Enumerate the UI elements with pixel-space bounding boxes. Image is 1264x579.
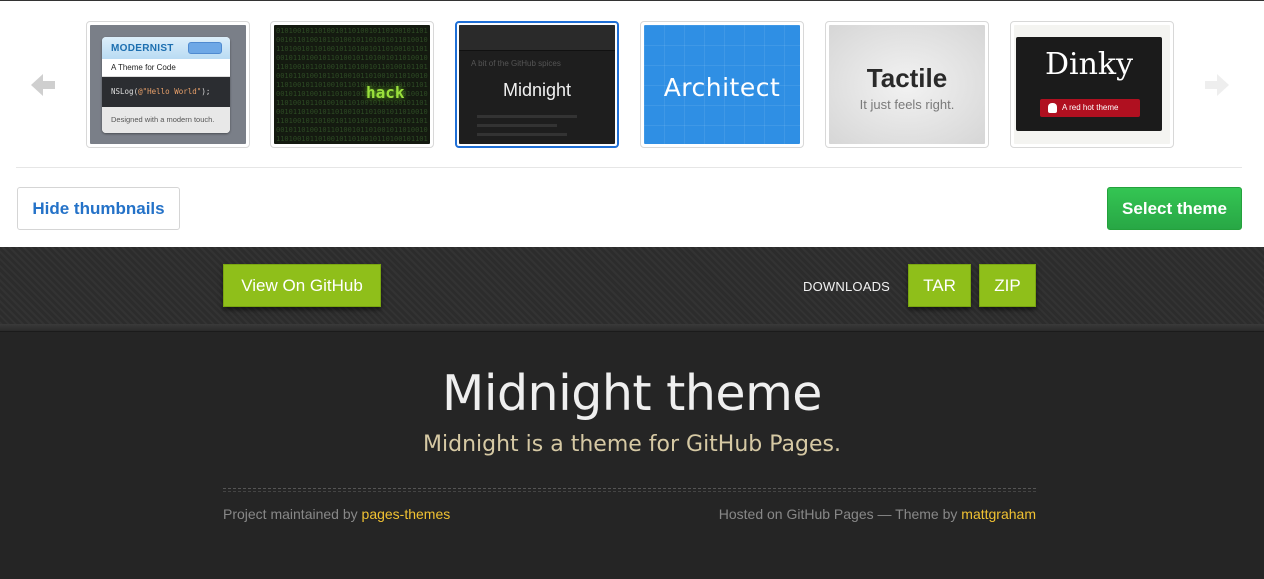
- dashed-divider-secondary: [223, 491, 1036, 492]
- modernist-heading: MODERNIST: [111, 43, 174, 54]
- hide-thumbnails-button[interactable]: Hide thumbnails: [17, 187, 180, 230]
- thumbnail-tactile[interactable]: Tactile It just feels right.: [825, 21, 989, 148]
- page-subtitle: Midnight is a theme for GitHub Pages.: [423, 432, 841, 457]
- architect-label: Architect: [663, 73, 781, 102]
- view-on-github-button[interactable]: View On GitHub: [223, 264, 381, 307]
- page-header-bar: View On GitHub DOWNLOADS TAR ZIP: [0, 247, 1264, 324]
- dinky-badge: A red hot theme: [1040, 99, 1140, 117]
- thumbnail-hack[interactable]: 0101001011010010110100101101001011010010…: [270, 21, 434, 148]
- select-theme-button[interactable]: Select theme: [1107, 187, 1242, 230]
- mattgraham-link[interactable]: mattgraham: [961, 506, 1036, 522]
- thumbnail-modernist[interactable]: MODERNIST A Theme for Code NSLog(@"Hello…: [86, 21, 250, 148]
- modernist-footer: Designed with a modern touch.: [102, 107, 230, 133]
- pages-themes-link[interactable]: pages-themes: [362, 506, 451, 522]
- divider: [16, 167, 1242, 168]
- modernist-tagline: A Theme for Code: [102, 59, 230, 77]
- tactile-subtitle: It just feels right.: [859, 97, 955, 112]
- modernist-code: NSLog(@"Hello World");: [102, 77, 230, 107]
- thumbnail-architect[interactable]: Architect: [640, 21, 804, 148]
- tactile-label: Tactile: [866, 63, 948, 93]
- thumbnail-midnight[interactable]: A bit of the GitHub spices Midnight: [455, 21, 619, 148]
- midnight-page: View On GitHub DOWNLOADS TAR ZIP Midnigh…: [0, 247, 1264, 579]
- thumbnail-dinky[interactable]: Dinky A red hot theme: [1010, 21, 1174, 148]
- footer-left-text: Project maintained by: [223, 506, 358, 522]
- downloads-label: DOWNLOADS: [803, 279, 891, 294]
- theme-chooser: MODERNIST A Theme for Code NSLog(@"Hello…: [0, 0, 1264, 247]
- download-zip-button[interactable]: ZIP: [979, 264, 1036, 307]
- footer-hosted: Hosted on GitHub Pages — Theme by mattgr…: [719, 506, 1036, 522]
- dashed-divider: [223, 488, 1036, 489]
- previous-arrow-icon[interactable]: [30, 71, 56, 99]
- download-tar-button[interactable]: TAR: [908, 264, 971, 307]
- hack-label: hack: [366, 83, 405, 102]
- modernist-preview: MODERNIST A Theme for Code NSLog(@"Hello…: [102, 37, 230, 133]
- footer-maintainer: Project maintained by pages-themes: [223, 506, 450, 522]
- midnight-label: Midnight: [502, 80, 572, 100]
- footer-right-text: Hosted on GitHub Pages — Theme by: [718, 506, 958, 522]
- page-title: Midnight theme: [442, 365, 822, 422]
- next-arrow-icon[interactable]: [1204, 71, 1230, 99]
- octocat-icon: [1048, 103, 1057, 113]
- header-edge: [0, 324, 1264, 332]
- binary-pattern: 0101001011010010110100101101001011010010…: [276, 27, 428, 143]
- dinky-label: Dinky: [1044, 47, 1134, 82]
- midnight-blurb: A bit of the GitHub spices: [471, 59, 561, 68]
